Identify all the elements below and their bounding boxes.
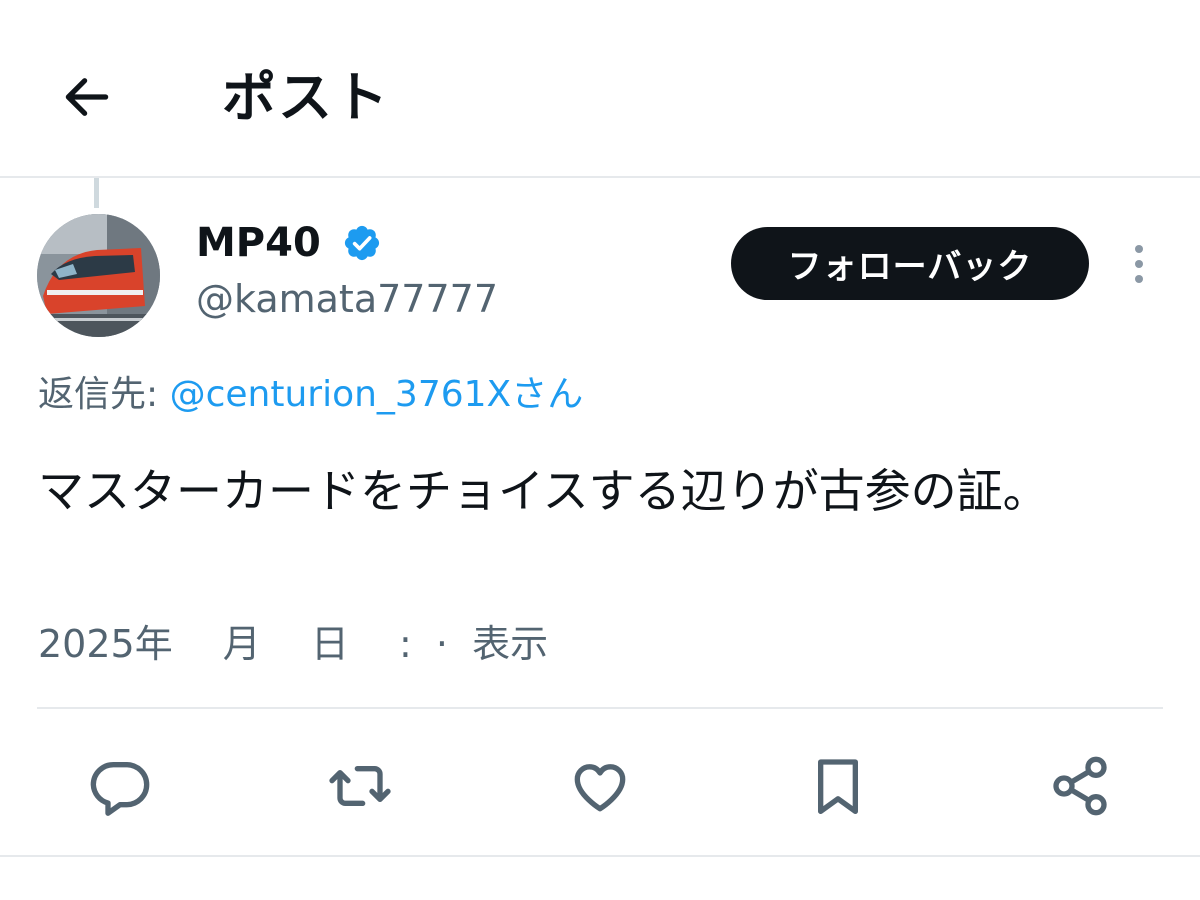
verified-badge-icon [344,225,380,261]
reply-button[interactable] [82,748,158,824]
share-icon [1053,756,1107,816]
more-options-button[interactable] [1120,238,1158,290]
views-label[interactable]: 表示 [472,622,548,666]
author-handle[interactable]: @kamata77777 [196,274,498,324]
repost-button[interactable] [322,748,398,824]
bookmark-icon [818,759,858,814]
header-divider [0,176,1200,178]
author-display-name[interactable]: MP40 [196,218,321,268]
like-icon [574,764,626,812]
meta-divider [37,707,1163,709]
more-vertical-icon [1135,245,1143,283]
avatar[interactable] [37,214,160,337]
post-detail-page: ポスト MP40 @kamata77777 フォローバック 返信先: @cent… [0,0,1200,900]
tweet-meta: 2025年 月 日 : · 表示 [38,616,548,672]
bookmark-button[interactable] [800,748,876,824]
thread-connector-line [94,178,99,208]
reply-to-prefix: 返信先: [38,374,170,415]
like-button[interactable] [562,748,638,824]
tweet-timestamp[interactable]: 2025年 月 日 : · [38,622,472,666]
reply-to-mention-link[interactable]: @centurion_3761Xさん [170,374,584,415]
page-title: ポスト [222,66,390,129]
top-bar: ポスト [0,0,1200,178]
back-button[interactable] [52,62,122,132]
bottom-divider [0,855,1200,857]
train-photo-avatar [37,214,160,337]
reply-icon [90,762,150,816]
reply-to-line: 返信先: @centurion_3761Xさん [38,370,583,420]
repost-icon [329,766,391,806]
share-button[interactable] [1042,748,1118,824]
follow-back-button[interactable]: フォローバック [731,227,1089,300]
tweet-text: マスターカードをチョイスする辺りが古参の証。 [38,464,1049,518]
arrow-left-icon [65,78,109,116]
